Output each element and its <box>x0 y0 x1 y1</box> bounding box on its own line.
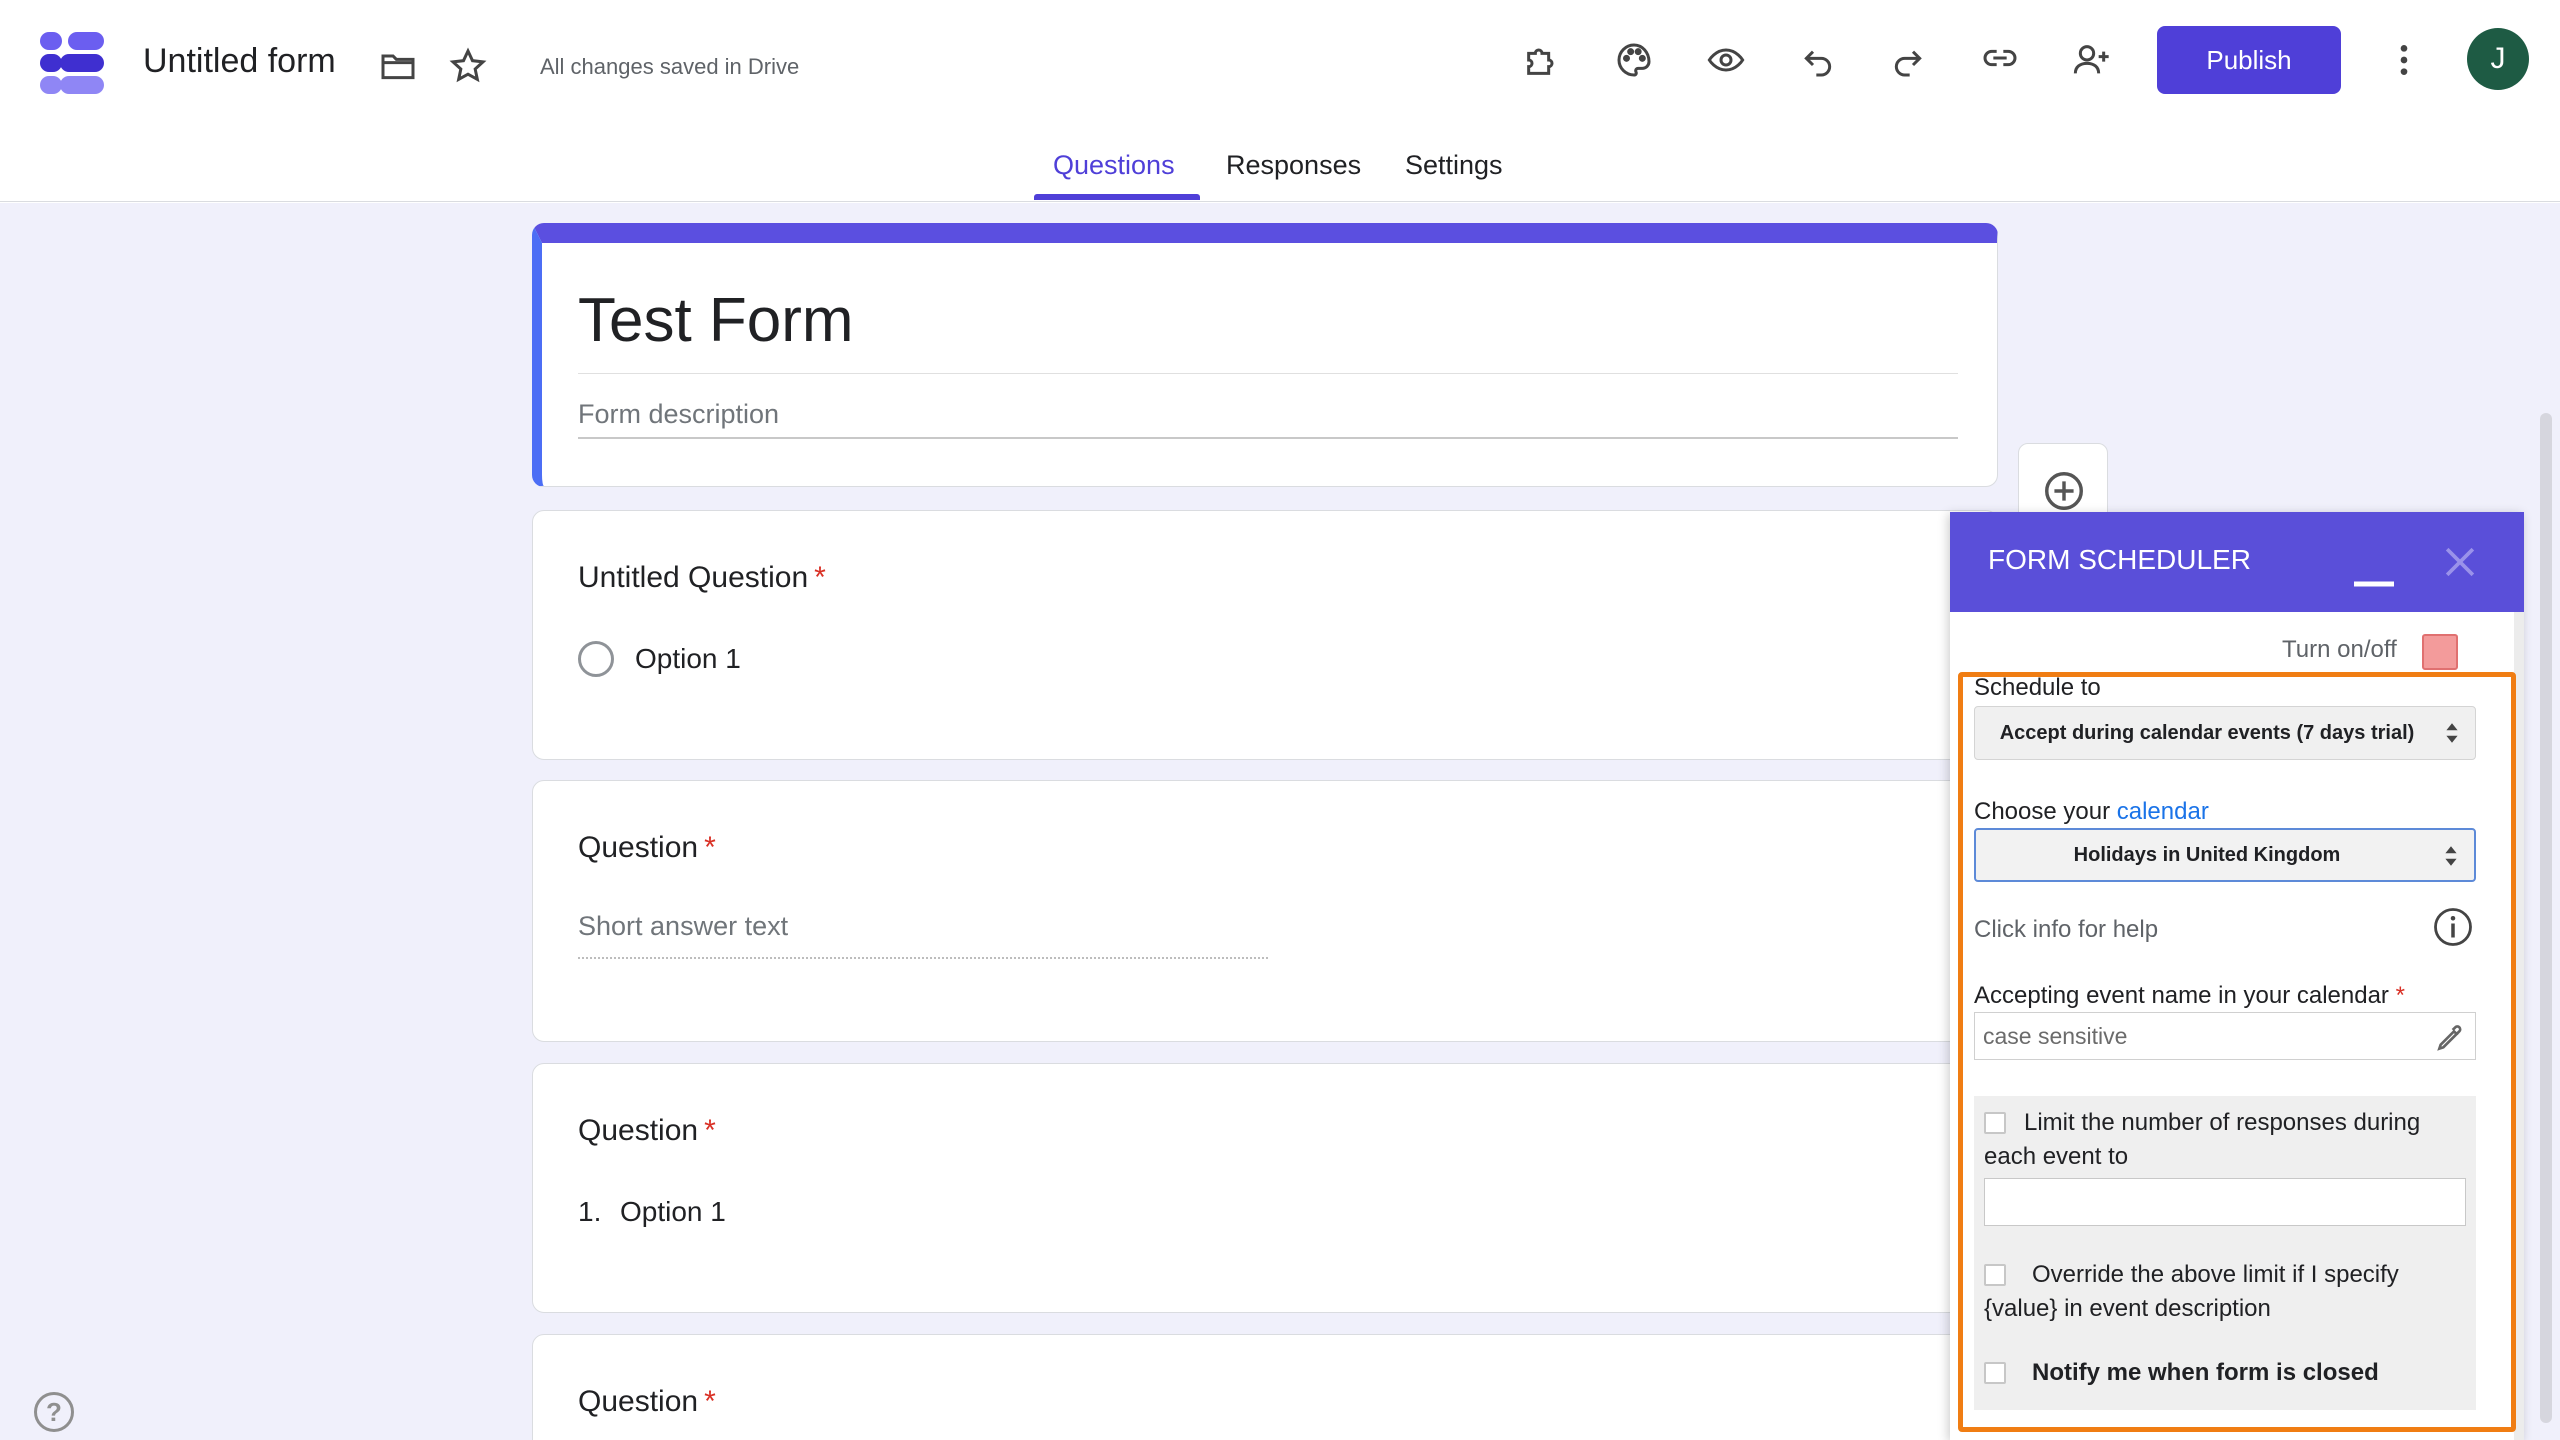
undo-icon[interactable] <box>1794 36 1842 84</box>
help-text: Click info for help <box>1974 916 2159 943</box>
minimize-icon[interactable] <box>2350 552 2398 592</box>
short-answer-underline <box>578 957 1268 959</box>
forms-logo-icon[interactable] <box>40 32 104 94</box>
add-question-icon[interactable] <box>2041 468 2087 514</box>
schedule-to-label: Schedule to <box>1974 674 2101 701</box>
updown-arrows-icon <box>2445 846 2457 866</box>
folder-icon[interactable] <box>374 42 422 90</box>
option-number: 1. <box>578 1196 602 1227</box>
question-title[interactable]: Question * <box>578 1385 716 1419</box>
top-bar: Untitled form All changes saved in Drive… <box>0 0 2560 130</box>
question-card[interactable]: Question * <box>532 1334 1998 1440</box>
question-card[interactable]: Question * 1. Option 1 <box>532 1063 1998 1313</box>
option-label[interactable]: Option 1 <box>620 1196 726 1228</box>
palette-icon[interactable] <box>1610 36 1658 84</box>
override-limit-label: Override the above limit if I specify {v… <box>1984 1261 2399 1322</box>
limit-options-section: Limit the number of responses during eac… <box>1974 1096 2476 1410</box>
required-asterisk: * <box>704 1385 716 1418</box>
document-title[interactable]: Untitled form <box>143 42 336 81</box>
question-card[interactable]: Untitled Question * Option 1 <box>532 510 1998 760</box>
form-scheduler-panel: FORM SCHEDULER Turn on/off Schedule to A… <box>1950 512 2524 1440</box>
title-divider <box>578 373 1958 374</box>
tab-questions[interactable]: Questions <box>1053 150 1175 181</box>
tab-settings[interactable]: Settings <box>1405 150 1503 181</box>
form-title-card[interactable]: Test Form Form description <box>532 223 1998 487</box>
notify-closed-checkbox[interactable] <box>1984 1362 2006 1384</box>
scheduler-header: FORM SCHEDULER <box>1950 512 2524 612</box>
save-status: All changes saved in Drive <box>540 54 800 79</box>
redo-icon[interactable] <box>1884 36 1932 84</box>
question-title[interactable]: Question * <box>578 1114 716 1148</box>
help-icon[interactable]: ? <box>34 1392 74 1432</box>
calendar-label: Choose your calendar <box>1974 798 2209 825</box>
calendar-select[interactable]: Holidays in United Kingdom <box>1974 828 2476 882</box>
option-label[interactable]: Option 1 <box>635 643 741 675</box>
addon-puzzle-icon[interactable] <box>1518 36 1566 84</box>
tab-responses[interactable]: Responses <box>1226 150 1361 181</box>
schedule-mode-select[interactable]: Accept during calendar events (7 days tr… <box>1974 706 2476 760</box>
notify-closed-label: Notify me when form is closed <box>2032 1359 2379 1386</box>
question-card[interactable]: Question * Short answer text <box>532 780 1998 1042</box>
active-tab-indicator <box>1034 194 1200 200</box>
turn-on-off-label: Turn on/off <box>2282 636 2397 663</box>
add-collaborator-icon[interactable] <box>2068 36 2116 84</box>
turn-on-off-toggle[interactable] <box>2422 634 2458 670</box>
required-asterisk: * <box>814 561 826 594</box>
form-description-input[interactable]: Form description <box>578 399 779 430</box>
tab-bar: Questions Responses Settings <box>0 130 2560 202</box>
required-asterisk: * <box>704 1114 716 1147</box>
star-icon[interactable] <box>444 42 492 90</box>
radio-button[interactable] <box>578 641 614 677</box>
page-scrollbar[interactable] <box>2540 413 2552 1423</box>
avatar[interactable]: J <box>2467 28 2529 90</box>
limit-count-input[interactable] <box>1984 1178 2466 1226</box>
scheduler-title: FORM SCHEDULER <box>1988 544 2251 575</box>
question-title[interactable]: Question * <box>578 831 716 865</box>
required-asterisk: * <box>704 831 716 864</box>
more-vert-icon[interactable] <box>2380 36 2428 84</box>
event-name-label: Accepting event name in your calendar * <box>1974 982 2405 1009</box>
publish-button[interactable]: Publish <box>2157 26 2341 94</box>
form-title[interactable]: Test Form <box>578 285 854 356</box>
close-icon[interactable] <box>2438 540 2482 584</box>
info-icon[interactable] <box>2432 906 2474 948</box>
preview-eye-icon[interactable] <box>1702 36 1750 84</box>
calendar-link[interactable]: calendar <box>2117 798 2209 825</box>
question-title[interactable]: Untitled Question * <box>578 561 826 595</box>
short-answer-placeholder: Short answer text <box>578 911 789 941</box>
eyedropper-icon[interactable] <box>2434 1022 2466 1054</box>
updown-arrows-icon <box>2446 723 2458 743</box>
description-underline <box>578 437 1958 439</box>
link-icon[interactable] <box>1976 34 2024 82</box>
limit-responses-label: Limit the number of responses during eac… <box>1984 1109 2421 1170</box>
event-name-input[interactable]: case sensitive <box>1974 1012 2476 1060</box>
